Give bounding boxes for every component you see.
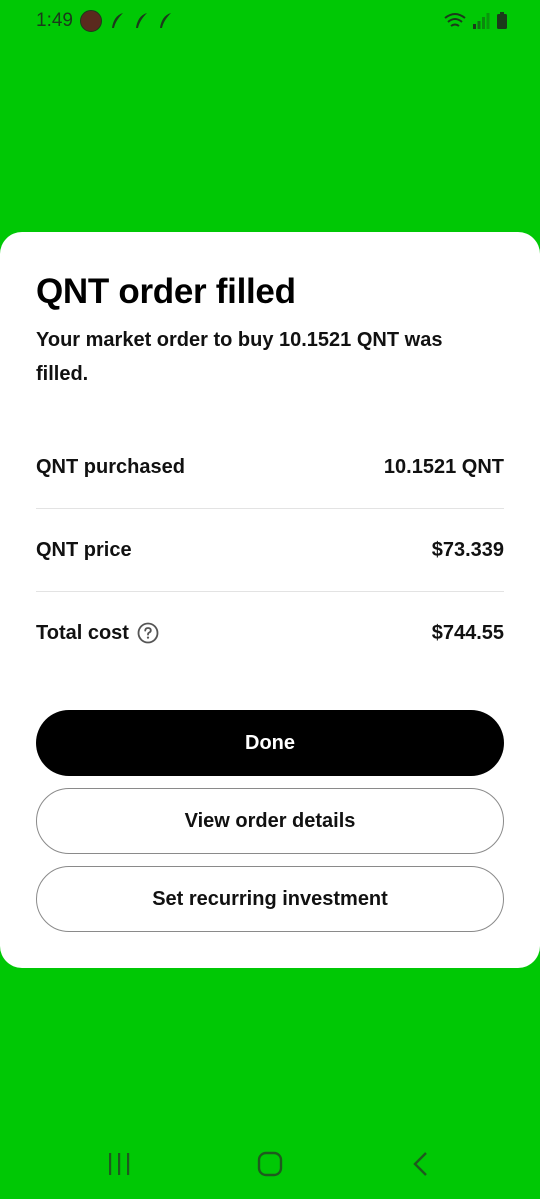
total-cost-label-group: Total cost bbox=[36, 622, 159, 645]
wifi-icon bbox=[444, 13, 466, 27]
order-filled-card: QNT order filled Your market order to bu… bbox=[0, 232, 540, 968]
home-icon bbox=[257, 1151, 283, 1177]
signal-icon bbox=[473, 13, 490, 29]
back-icon bbox=[413, 1152, 427, 1176]
view-order-details-button[interactable]: View order details bbox=[36, 788, 504, 854]
page-title: QNT order filled bbox=[36, 272, 296, 311]
back-button[interactable] bbox=[401, 1148, 441, 1180]
qnt-price-row: QNT price $73.339 bbox=[36, 535, 504, 565]
qnt-price-value: $73.339 bbox=[431, 538, 504, 561]
qnt-purchased-label: QNT purchased bbox=[36, 455, 185, 478]
home-button[interactable] bbox=[250, 1148, 290, 1180]
recent-apps-icon bbox=[109, 1153, 130, 1175]
total-cost-row: Total cost $744.55 bbox=[36, 618, 504, 648]
total-cost-value: $744.55 bbox=[431, 621, 504, 644]
feather-icon bbox=[112, 13, 123, 28]
done-button[interactable]: Done bbox=[36, 710, 504, 776]
status-time: 1:49 bbox=[36, 10, 73, 31]
feather-icon bbox=[160, 13, 171, 28]
notification-icons bbox=[80, 10, 174, 32]
divider bbox=[36, 508, 504, 509]
set-recurring-investment-button[interactable]: Set recurring investment bbox=[36, 866, 504, 932]
divider bbox=[36, 591, 504, 592]
system-status-icons bbox=[444, 12, 508, 30]
app-screen: 1:49 QNT order filled Your market order … bbox=[0, 0, 540, 1199]
feather-icon bbox=[136, 13, 147, 28]
status-bar: 1:49 bbox=[0, 0, 540, 44]
qnt-purchased-row: QNT purchased 10.1521 QNT bbox=[36, 452, 504, 482]
question-circle-icon[interactable] bbox=[137, 622, 159, 644]
recent-apps-button[interactable] bbox=[99, 1148, 139, 1180]
total-cost-label: Total cost bbox=[36, 621, 129, 644]
battery-icon bbox=[497, 12, 507, 29]
system-nav-bar bbox=[0, 1130, 540, 1199]
qnt-purchased-value: 10.1521 QNT bbox=[383, 455, 504, 478]
qnt-price-label: QNT price bbox=[36, 538, 132, 561]
order-description: Your market order to buy 10.1521 QNT was… bbox=[36, 329, 443, 385]
notification-avatar-icon bbox=[80, 10, 102, 32]
